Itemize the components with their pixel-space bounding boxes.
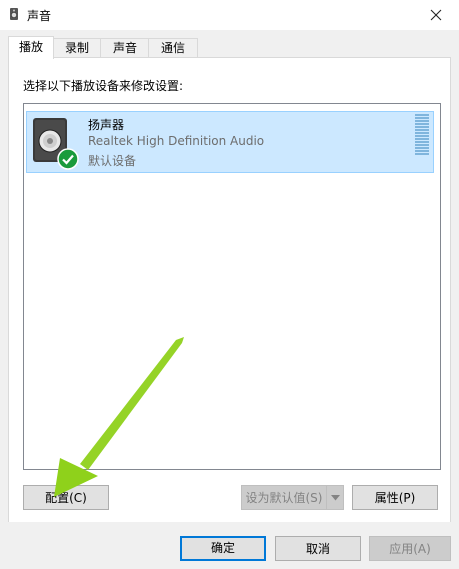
ok-button[interactable]: 确定: [180, 536, 266, 561]
device-status: 默认设备: [88, 154, 137, 168]
tab-playback[interactable]: 播放: [8, 36, 54, 59]
device-row-speakers[interactable]: 扬声器 Realtek High Definition Audio 默认设备: [26, 111, 434, 173]
default-check-icon: [57, 148, 79, 170]
sound-app-icon: [10, 8, 18, 20]
set-default-button[interactable]: 设为默认值(S): [241, 485, 327, 510]
playback-panel: 选择以下播放设备来修改设置: 扬声器 Realtek High Definiti…: [8, 57, 451, 523]
instruction-label: 选择以下播放设备来修改设置:: [23, 79, 184, 93]
device-list[interactable]: 扬声器 Realtek High Definition Audio 默认设备: [23, 103, 441, 470]
tab-recording[interactable]: 录制: [52, 38, 102, 58]
chevron-down-icon: [331, 495, 340, 501]
dialog-footer: 确定 取消 应用(A): [0, 522, 459, 569]
cancel-button[interactable]: 取消: [275, 536, 361, 561]
apply-button[interactable]: 应用(A): [369, 536, 451, 561]
tab-sounds[interactable]: 声音: [100, 38, 150, 58]
properties-button[interactable]: 属性(P): [352, 485, 438, 510]
set-default-dropdown[interactable]: [326, 485, 344, 510]
configure-button[interactable]: 配置(C): [23, 485, 109, 510]
device-description: Realtek High Definition Audio: [88, 134, 265, 148]
close-button[interactable]: [413, 0, 459, 30]
close-icon: [430, 9, 442, 21]
window-title: 声音: [27, 9, 52, 23]
title-bar: 声音: [0, 0, 459, 30]
volume-level-meter: [415, 114, 429, 156]
tab-communications[interactable]: 通信: [148, 38, 198, 58]
device-name: 扬声器: [88, 118, 125, 132]
